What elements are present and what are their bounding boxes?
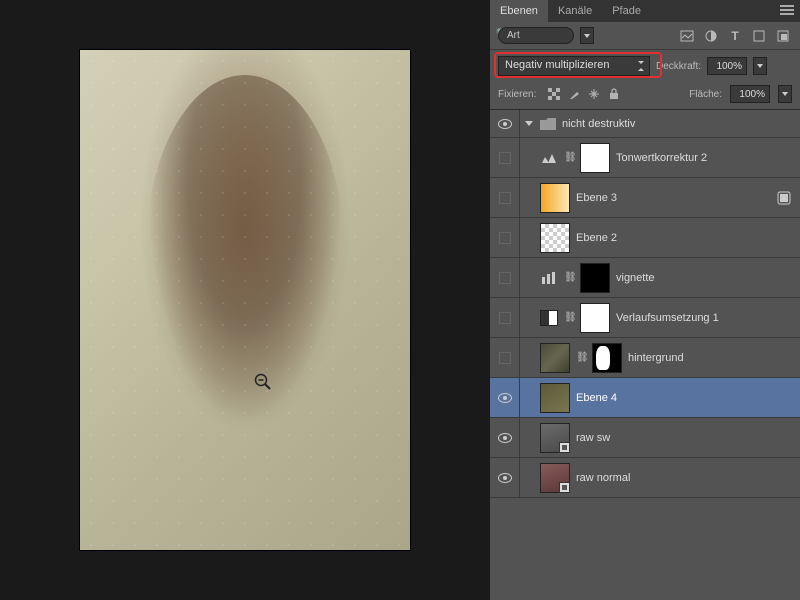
opacity-dropdown-icon[interactable]	[753, 57, 767, 75]
layer-thumb[interactable]	[540, 223, 570, 253]
lock-position-icon[interactable]	[586, 87, 602, 101]
blend-row: Negativ multiplizieren Deckkraft:	[490, 50, 800, 82]
link-icon[interactable]: ⛓	[564, 312, 574, 323]
layer-row-rawnormal[interactable]: raw normal	[490, 458, 800, 498]
layer-filter-input[interactable]	[498, 27, 574, 44]
layer-row-verlaufsumsetzung[interactable]: ⛓ Verlaufsumsetzung 1	[490, 298, 800, 338]
layer-row-ebene3[interactable]: Ebene 3	[490, 178, 800, 218]
layer-name[interactable]: raw sw	[576, 432, 610, 444]
layer-row-vignette[interactable]: ⛓ vignette	[490, 258, 800, 298]
visibility-toggle[interactable]	[490, 110, 520, 137]
adjustment-icon	[540, 270, 558, 286]
visibility-toggle[interactable]	[490, 138, 520, 177]
visibility-toggle[interactable]	[490, 418, 520, 457]
opacity-input[interactable]	[707, 57, 747, 75]
smart-object-badge-icon	[559, 482, 570, 493]
fill-input[interactable]	[730, 85, 770, 103]
hidden-icon	[499, 352, 511, 364]
tab-layers[interactable]: Ebenen	[490, 0, 548, 22]
blend-mode-value: Negativ multiplizieren	[505, 59, 610, 71]
filter-row: T	[490, 22, 800, 50]
layer-group-row[interactable]: nicht destruktiv	[490, 110, 800, 138]
fill-label: Fläche:	[689, 89, 722, 100]
levels-adjust-icon	[540, 150, 558, 166]
layer-name[interactable]: hintergrund	[628, 352, 684, 364]
filter-pixel-icon[interactable]	[678, 28, 696, 44]
layer-name[interactable]: raw normal	[576, 472, 630, 484]
tab-channels[interactable]: Kanäle	[548, 0, 602, 22]
hidden-icon	[499, 192, 511, 204]
filter-adjust-icon[interactable]	[702, 28, 720, 44]
visibility-toggle[interactable]	[490, 298, 520, 337]
link-icon[interactable]: ⛓	[564, 152, 574, 163]
layer-name[interactable]: Ebene 3	[576, 192, 617, 204]
layer-name[interactable]: Ebene 2	[576, 232, 617, 244]
smart-object-badge-icon	[559, 442, 570, 453]
eye-icon	[498, 433, 512, 443]
opacity-label: Deckkraft:	[656, 61, 701, 72]
lock-pixels-icon[interactable]	[566, 87, 582, 101]
layer-thumb[interactable]	[540, 383, 570, 413]
filter-dropdown-icon[interactable]	[580, 27, 594, 44]
fill-dropdown-icon[interactable]	[778, 85, 792, 103]
visibility-toggle[interactable]	[490, 178, 520, 217]
layer-mask-thumb[interactable]	[580, 143, 610, 173]
layer-row-rawsw[interactable]: raw sw	[490, 418, 800, 458]
visibility-toggle[interactable]	[490, 258, 520, 297]
eye-icon	[498, 473, 512, 483]
layer-name[interactable]: Ebene 4	[576, 392, 617, 404]
filter-type-icon[interactable]: T	[726, 28, 744, 44]
layers-list: nicht destruktiv ⛓ Tonwertkorrektur 2 Eb…	[490, 110, 800, 598]
layer-name[interactable]: Verlaufsumsetzung 1	[616, 312, 719, 324]
blend-mode-select[interactable]: Negativ multiplizieren	[498, 56, 650, 76]
canvas-document[interactable]	[80, 50, 410, 550]
layer-thumb[interactable]	[540, 343, 570, 373]
visibility-toggle[interactable]	[490, 378, 520, 417]
hidden-icon	[499, 232, 511, 244]
layer-thumb[interactable]	[540, 463, 570, 493]
canvas-area[interactable]	[0, 0, 490, 600]
gradmap-icon	[540, 310, 558, 326]
layer-row-ebene2[interactable]: Ebene 2	[490, 218, 800, 258]
hidden-icon	[499, 312, 511, 324]
layer-thumb[interactable]	[540, 183, 570, 213]
layer-mask-thumb[interactable]	[592, 343, 622, 373]
panel-tabs: Ebenen Kanäle Pfade	[490, 0, 800, 22]
link-icon[interactable]: ⛓	[564, 272, 574, 283]
layer-thumb[interactable]	[540, 423, 570, 453]
visibility-toggle[interactable]	[490, 218, 520, 257]
tab-paths[interactable]: Pfade	[602, 0, 651, 22]
visibility-toggle[interactable]	[490, 458, 520, 497]
filter-shape-icon[interactable]	[750, 28, 768, 44]
visibility-toggle[interactable]	[490, 338, 520, 377]
panel-menu-icon[interactable]	[774, 5, 800, 18]
layer-name[interactable]: Tonwertkorrektur 2	[616, 152, 707, 164]
hidden-icon	[499, 152, 511, 164]
layer-mask-thumb[interactable]	[580, 263, 610, 293]
folder-icon	[540, 118, 556, 130]
layer-row-tonwertkorrektur[interactable]: ⛓ Tonwertkorrektur 2	[490, 138, 800, 178]
lock-row: Fixieren: Fläche:	[490, 82, 800, 110]
layer-name[interactable]: vignette	[616, 272, 655, 284]
layers-panel: Ebenen Kanäle Pfade T Negativ multiplizi…	[490, 0, 800, 600]
lock-label: Fixieren:	[498, 89, 536, 100]
eye-icon	[498, 393, 512, 403]
lock-transparent-icon[interactable]	[546, 87, 562, 101]
layer-fx-icon[interactable]	[776, 190, 792, 206]
layer-mask-thumb[interactable]	[580, 303, 610, 333]
disclosure-icon[interactable]	[524, 119, 534, 129]
lock-all-icon[interactable]	[606, 87, 622, 101]
filter-smart-icon[interactable]	[774, 28, 792, 44]
layer-row-hintergrund[interactable]: ⛓ hintergrund	[490, 338, 800, 378]
eye-icon	[498, 119, 512, 129]
layer-row-ebene4[interactable]: Ebene 4	[490, 378, 800, 418]
link-icon[interactable]: ⛓	[576, 352, 586, 363]
hidden-icon	[499, 272, 511, 284]
group-name: nicht destruktiv	[562, 118, 635, 130]
